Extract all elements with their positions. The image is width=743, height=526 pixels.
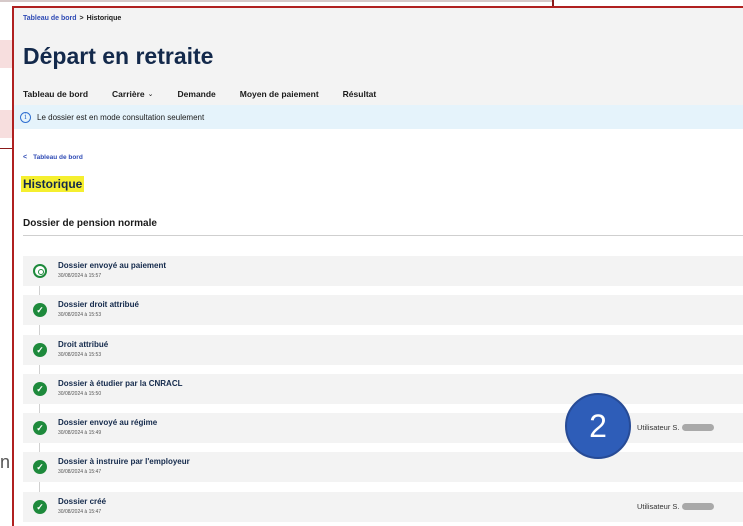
timeline-date: 30/08/2024 à 15:53 (58, 312, 102, 318)
chevron-down-icon: ⌄ (147, 91, 154, 98)
nav-label: Carrière (112, 89, 145, 99)
nav-demande[interactable]: Demande (178, 89, 216, 99)
back-link-label: Tableau de bord (33, 154, 83, 161)
user-name: Utilisateur S. (637, 502, 680, 511)
nav-moyen-de-paiement[interactable]: Moyen de paiement (240, 89, 319, 99)
timeline-date: 30/08/2024 à 15:50 (58, 391, 102, 397)
timeline-user: Utilisateur S. (637, 502, 714, 511)
breadcrumb: Tableau de bord > Historique (23, 15, 121, 22)
timeline-item: ✓ Droit attribué 30/08/2024 à 15:53 (23, 335, 743, 365)
in-progress-icon (33, 264, 47, 278)
timeline-item: ✓ Dossier créé 30/08/2024 à 15:47 Utilis… (23, 492, 743, 522)
page-title: Historique (21, 176, 85, 192)
info-text: Le dossier est en mode consultation seul… (37, 112, 205, 122)
back-link[interactable]: < Tableau de bord (23, 154, 83, 161)
background-divider (0, 0, 552, 2)
breadcrumb-home-link[interactable]: Tableau de bord (23, 15, 77, 22)
section-title: Dossier de pension normale (23, 218, 157, 229)
timeline-user: Utilisateur S. (637, 423, 714, 432)
nav-label: Tableau de bord (23, 89, 89, 99)
app-title: Départ en retraite (23, 43, 214, 69)
check-icon: ✓ (33, 303, 47, 317)
background-text-fragment: n (0, 452, 11, 472)
nav-resultat[interactable]: Résultat (343, 89, 377, 99)
check-icon: ✓ (33, 421, 47, 435)
background-fragment (0, 110, 12, 138)
info-banner: i Le dossier est en mode consultation se… (14, 105, 743, 129)
nav-carriere[interactable]: Carrière ⌄ (112, 89, 153, 99)
info-icon: i (20, 111, 31, 123)
nav-label: Résultat (342, 89, 377, 99)
main-panel: Tableau de bord > Historique Départ en ret… (12, 6, 743, 526)
timeline-label: Dossier créé (58, 497, 107, 506)
section-divider (23, 235, 743, 236)
breadcrumb-current: Historique (86, 15, 122, 22)
breadcrumb-separator: > (79, 15, 84, 22)
timeline-date: 30/08/2024 à 15:53 (58, 352, 102, 358)
timeline-date: 30/08/2024 à 15:57 (58, 273, 102, 279)
timeline-item: ✓ Dossier envoyé au régime 30/08/2024 à … (23, 413, 743, 443)
timeline-label: Dossier envoyé au paiement (58, 261, 167, 270)
header: Tableau de bord > Historique Départ en ret… (14, 8, 743, 105)
check-icon: ✓ (33, 382, 47, 396)
redacted-name (681, 424, 714, 431)
timeline-label: Dossier à étudier par la CNRACL (58, 379, 183, 388)
user-name: Utilisateur S. (637, 423, 680, 432)
timeline-item: Dossier envoyé au paiement 30/08/2024 à … (23, 256, 743, 286)
timeline-label: Dossier droit attribué (58, 300, 139, 309)
main-nav: Tableau de bord Carrière ⌄ Demande Moyen … (23, 89, 376, 99)
background-fragment (0, 40, 12, 68)
timeline-label: Dossier envoyé au régime (58, 418, 158, 427)
timeline-item: ✓ Dossier à instruire par l'employeur 30… (23, 452, 743, 482)
check-icon: ✓ (33, 460, 47, 474)
check-icon: ✓ (33, 500, 47, 514)
timeline-item: ✓ Dossier à étudier par la CNRACL 30/08/… (23, 374, 743, 404)
nav-tableau-de-bord[interactable]: Tableau de bord (23, 89, 88, 99)
timeline-date: 30/08/2024 à 15:49 (58, 430, 102, 436)
timeline-date: 30/08/2024 à 15:47 (58, 509, 102, 515)
timeline-label: Dossier à instruire par l'employeur (58, 457, 190, 466)
timeline-date: 30/08/2024 à 15:47 (58, 469, 102, 475)
nav-label: Demande (177, 89, 216, 99)
check-icon: ✓ (33, 343, 47, 357)
timeline-label: Droit attribué (58, 340, 109, 349)
chevron-left-icon: < (23, 154, 28, 161)
nav-label: Moyen de paiement (239, 89, 319, 99)
timeline-item: ✓ Dossier droit attribué 30/08/2024 à 15… (23, 295, 743, 325)
redacted-name (681, 503, 714, 510)
step-number-badge: 2 (565, 393, 631, 459)
